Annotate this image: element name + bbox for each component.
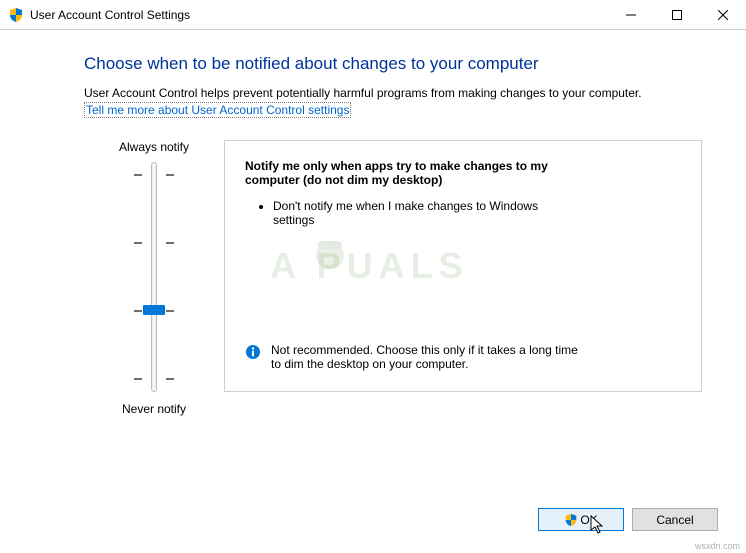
button-row: OK Cancel — [538, 508, 718, 531]
slider-thumb[interactable] — [143, 305, 165, 315]
cancel-button-label: Cancel — [656, 513, 693, 527]
learn-more-link[interactable]: Tell me more about User Account Control … — [84, 102, 351, 118]
slider-tick — [134, 242, 174, 244]
info-title: Notify me only when apps try to make cha… — [245, 159, 575, 187]
page-heading: Choose when to be notified about changes… — [84, 54, 702, 74]
cancel-button[interactable]: Cancel — [632, 508, 718, 531]
info-bullet-list: Don't notify me when I make changes to W… — [245, 199, 565, 227]
info-icon — [245, 344, 261, 360]
recommendation-row: Not recommended. Choose this only if it … — [245, 343, 681, 371]
copyright-text: wsxdn.com — [695, 541, 740, 551]
slider-tick — [134, 378, 174, 380]
titlebar: User Account Control Settings — [0, 0, 746, 30]
slider-top-label: Always notify — [119, 140, 189, 154]
slider-tick — [134, 174, 174, 176]
page-description: User Account Control helps prevent poten… — [84, 86, 702, 100]
recommendation-text: Not recommended. Choose this only if it … — [271, 343, 581, 371]
ok-button-label: OK — [580, 513, 597, 527]
uac-shield-icon — [564, 513, 578, 527]
maximize-button[interactable] — [654, 0, 700, 30]
slider-track — [151, 162, 157, 392]
minimize-button[interactable] — [608, 0, 654, 30]
uac-shield-icon — [8, 7, 24, 23]
ok-button[interactable]: OK — [538, 508, 624, 531]
slider-bottom-label: Never notify — [122, 402, 186, 416]
info-bullet: Don't notify me when I make changes to W… — [273, 199, 565, 227]
notification-slider[interactable] — [134, 162, 174, 392]
slider-column: Always notify Never notify — [84, 140, 224, 416]
content-area: Choose when to be notified about changes… — [0, 30, 746, 416]
info-box: Notify me only when apps try to make cha… — [224, 140, 702, 392]
close-button[interactable] — [700, 0, 746, 30]
window-title: User Account Control Settings — [30, 8, 608, 22]
main-area: Always notify Never notify Notify me onl… — [84, 140, 702, 416]
